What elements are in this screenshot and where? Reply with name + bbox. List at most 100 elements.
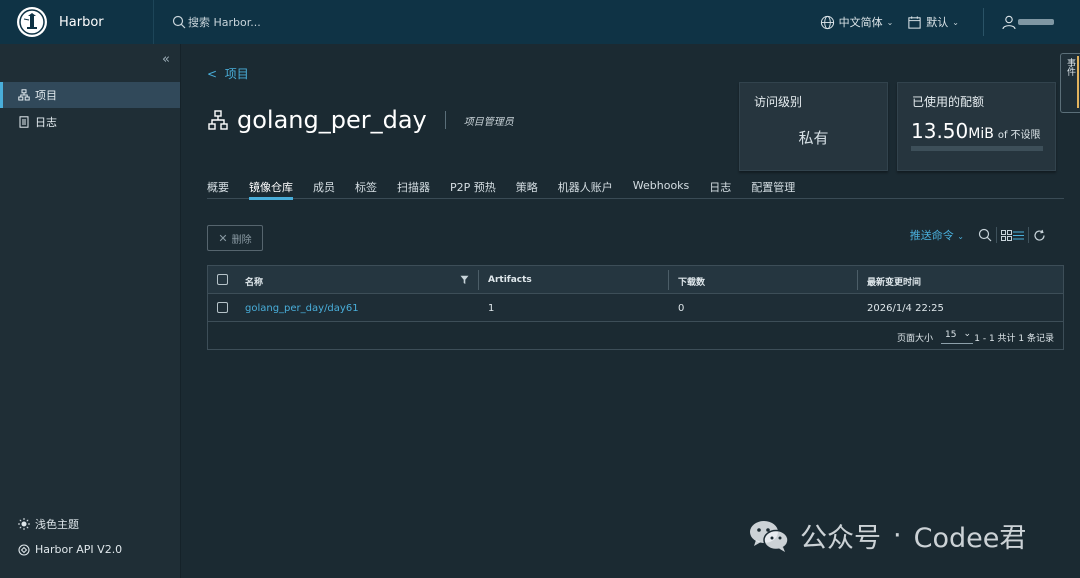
column-artifacts[interactable]: Artifacts: [488, 275, 532, 285]
delete-button[interactable]: ✕ 删除: [207, 225, 263, 251]
column-updated[interactable]: 最新变更时间: [867, 275, 921, 288]
quota-progress-bar: [911, 146, 1043, 151]
header-divider: [983, 8, 984, 36]
sidebar-item-label: 项目: [35, 89, 57, 102]
title-divider: [444, 111, 446, 129]
access-level-value: 私有: [798, 129, 829, 147]
tab-webhooks[interactable]: Webhooks: [633, 179, 690, 199]
sidebar-item-projects[interactable]: 项目: [0, 82, 180, 108]
wechat-icon: [750, 520, 789, 552]
project-tabs: 概要 镜像仓库 成员 标签 扫描器 P2P 预热 策略 机器人账户 Webhoo…: [207, 179, 1064, 200]
tab-logs[interactable]: 日志: [709, 179, 731, 199]
chevron-down-icon: ⌄: [952, 17, 959, 27]
column-divider: [478, 270, 479, 290]
log-icon: [19, 116, 29, 128]
quota-title: 已使用的配额: [912, 95, 985, 109]
tab-summary[interactable]: 概要: [207, 179, 229, 199]
event-tab-label: 事件: [1065, 58, 1075, 76]
chevron-down-icon: ⌄: [886, 17, 894, 27]
quota-card: 已使用的配额 13.50 MiB of 不设限: [897, 82, 1056, 171]
collapse-sidebar-icon[interactable]: «: [162, 52, 170, 67]
select-all-checkbox[interactable]: [217, 274, 228, 285]
push-command-dropdown[interactable]: 推送命令 ⌄: [910, 227, 964, 243]
username-redacted: [1018, 19, 1054, 25]
column-name[interactable]: 名称: [245, 275, 263, 288]
close-icon: ✕: [218, 231, 228, 245]
column-divider: [857, 270, 858, 290]
table-row[interactable]: golang_per_day/day61 1 0 2026/1/4 22:25: [208, 294, 1063, 322]
user-icon: [1002, 15, 1016, 29]
projects-icon: [18, 89, 30, 101]
record-count: 1 - 1 共计 1 条记录: [974, 334, 1054, 344]
quota-limit: 不设限: [1010, 130, 1041, 141]
refresh-icon[interactable]: [1033, 229, 1046, 242]
main-content: < 项目 golang_per_day 项目管理员 访问级别 私有 已使用的配额…: [181, 44, 1080, 578]
tab-policy[interactable]: 策略: [516, 179, 538, 199]
sun-icon: [18, 518, 30, 530]
search-placeholder: 搜索 Harbor...: [188, 16, 261, 29]
repositories-table: 名称 Artifacts 下载数 最新变更时间 golang_per_day/d…: [207, 265, 1064, 350]
page-size-select[interactable]: 15 ⌄: [941, 328, 973, 344]
theme-default-label: 默认: [926, 16, 949, 29]
light-theme-label: 浅色主题: [35, 518, 79, 531]
toolbar-divider: [996, 227, 997, 243]
theme-selector[interactable]: 默认 ⌄: [907, 14, 959, 30]
toolbar-divider: [1028, 227, 1029, 243]
language-selector[interactable]: 中文简体 ⌄: [820, 14, 894, 30]
column-pulls[interactable]: 下载数: [678, 275, 705, 288]
list-view-icon[interactable]: [1013, 230, 1024, 241]
watermark-left: 公众号: [800, 523, 881, 554]
delete-label: 删除: [231, 234, 252, 246]
search-icon: [172, 15, 186, 29]
repository-name-link[interactable]: golang_per_day/day61: [245, 303, 359, 314]
table-header: 名称 Artifacts 下载数 最新变更时间: [208, 266, 1063, 294]
page-size-label: 页面大小: [897, 334, 934, 344]
watermark-dot: ·: [893, 520, 902, 551]
watermark-right: Codee君: [913, 523, 1027, 554]
tab-p2p-preheat[interactable]: P2P 预热: [450, 179, 496, 199]
chevron-down-icon: ⌄: [963, 329, 971, 339]
global-search[interactable]: 搜索 Harbor...: [172, 14, 261, 30]
harbor-api-link[interactable]: Harbor API V2.0: [18, 543, 122, 556]
back-label: 项目: [224, 67, 249, 81]
light-theme-toggle[interactable]: 浅色主题: [18, 516, 79, 532]
card-view-icon[interactable]: [1001, 229, 1012, 241]
wechat-watermark: 公众号 · Codee君: [748, 516, 1026, 555]
tab-scanner[interactable]: 扫描器: [397, 179, 430, 199]
filter-icon[interactable]: [460, 275, 469, 285]
tab-configuration[interactable]: 配置管理: [751, 179, 795, 199]
user-menu[interactable]: [1002, 15, 1054, 30]
access-level-card: 访问级别 私有: [739, 82, 888, 171]
project-title-row: golang_per_day 项目管理员: [207, 106, 514, 134]
access-level-title: 访问级别: [754, 95, 803, 109]
calendar-icon: [908, 15, 921, 29]
quota-of: of: [997, 130, 1008, 141]
push-command-label: 推送命令: [909, 229, 954, 242]
project-role: 项目管理员: [463, 116, 514, 128]
sidebar: « 项目 日志 浅色主题 Harbor API V2.0: [0, 44, 181, 578]
page-size-value: 15: [945, 330, 957, 340]
tab-repositories[interactable]: 镜像仓库: [249, 179, 293, 200]
row-checkbox[interactable]: [217, 302, 228, 313]
sidebar-item-label: 日志: [35, 116, 57, 129]
column-divider: [668, 270, 669, 290]
event-panel-tab[interactable]: 事件: [1060, 53, 1080, 113]
quota-unit: MiB: [968, 126, 994, 142]
tab-robot-accounts[interactable]: 机器人账户: [558, 179, 613, 199]
table-footer: 页面大小 15 ⌄ 1 - 1 共计 1 条记录: [208, 322, 1063, 350]
tab-members[interactable]: 成员: [313, 179, 335, 199]
project-icon: [208, 110, 228, 130]
quota-usage: 13.50 MiB of 不设限: [911, 119, 1040, 143]
quota-amount: 13.50: [911, 119, 969, 143]
api-icon: [18, 543, 30, 556]
sidebar-item-logs[interactable]: 日志: [0, 109, 180, 135]
event-tab-accent: [1077, 56, 1079, 108]
repo-toolbar: 推送命令 ⌄: [910, 227, 1046, 243]
pull-count: 0: [678, 303, 685, 314]
search-icon[interactable]: [978, 228, 992, 242]
tab-labels[interactable]: 标签: [355, 179, 377, 199]
updated-time: 2026/1/4 22:25: [867, 303, 944, 314]
brand[interactable]: Harbor: [0, 0, 154, 44]
harbor-logo-icon: [17, 7, 47, 37]
back-to-projects-link[interactable]: < 项目: [207, 65, 249, 82]
